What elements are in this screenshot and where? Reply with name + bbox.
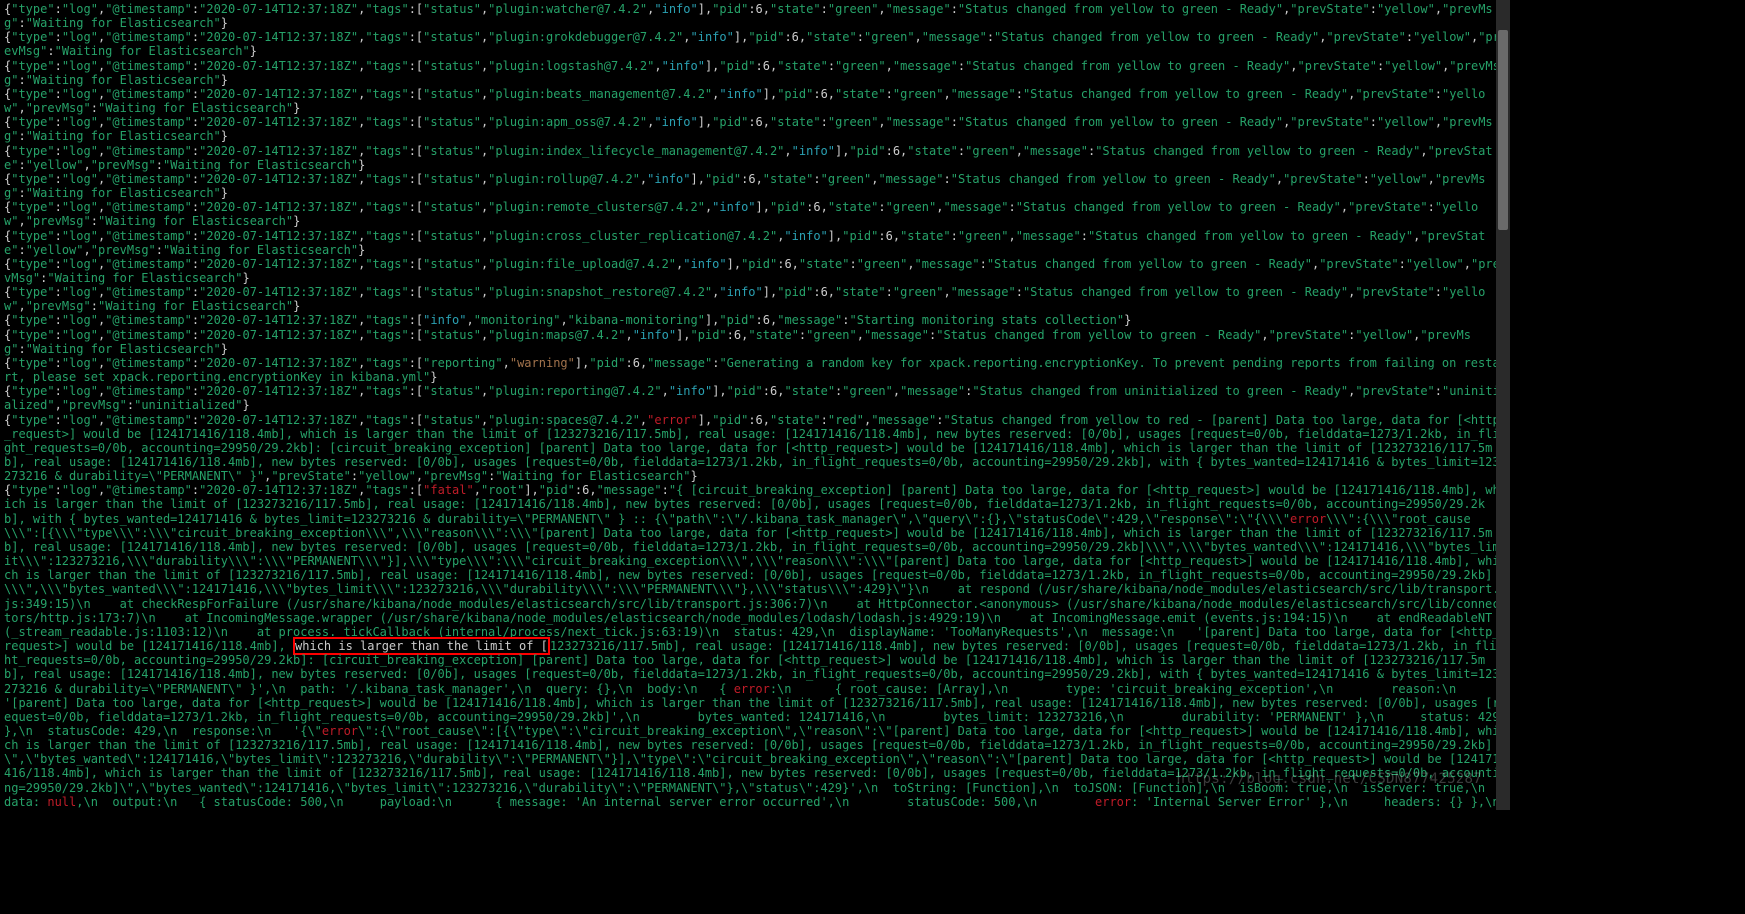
log-line-error: {"type":"log","@timestamp":"2020-07-14T1… [4, 413, 1506, 484]
log-line: {"type":"log","@timestamp":"2020-07-14T1… [4, 172, 1506, 200]
scrollbar-track[interactable] [1496, 0, 1510, 810]
log-line: {"type":"log","@timestamp":"2020-07-14T1… [4, 257, 1506, 285]
watermark: https://blog.csdn.net/CSDN877425287 [1176, 771, 1482, 788]
log-line-fatal: {"type":"log","@timestamp":"2020-07-14T1… [4, 483, 1506, 810]
log-line: {"type":"log","@timestamp":"2020-07-14T1… [4, 285, 1506, 313]
log-line: {"type":"log","@timestamp":"2020-07-14T1… [4, 144, 1506, 172]
log-line: {"type":"log","@timestamp":"2020-07-14T1… [4, 356, 1506, 384]
log-line: {"type":"log","@timestamp":"2020-07-14T1… [4, 384, 1506, 412]
log-line: {"type":"log","@timestamp":"2020-07-14T1… [4, 30, 1506, 58]
log-line: {"type":"log","@timestamp":"2020-07-14T1… [4, 2, 1506, 30]
log-line: {"type":"log","@timestamp":"2020-07-14T1… [4, 59, 1506, 87]
terminal-output: {"type":"log","@timestamp":"2020-07-14T1… [0, 0, 1510, 810]
log-line: {"type":"log","@timestamp":"2020-07-14T1… [4, 229, 1506, 257]
log-line: {"type":"log","@timestamp":"2020-07-14T1… [4, 87, 1506, 115]
log-line: {"type":"log","@timestamp":"2020-07-14T1… [4, 313, 1506, 327]
log-line: {"type":"log","@timestamp":"2020-07-14T1… [4, 200, 1506, 228]
scrollbar-thumb[interactable] [1498, 30, 1508, 230]
log-line: {"type":"log","@timestamp":"2020-07-14T1… [4, 115, 1506, 143]
log-line: {"type":"log","@timestamp":"2020-07-14T1… [4, 328, 1506, 356]
